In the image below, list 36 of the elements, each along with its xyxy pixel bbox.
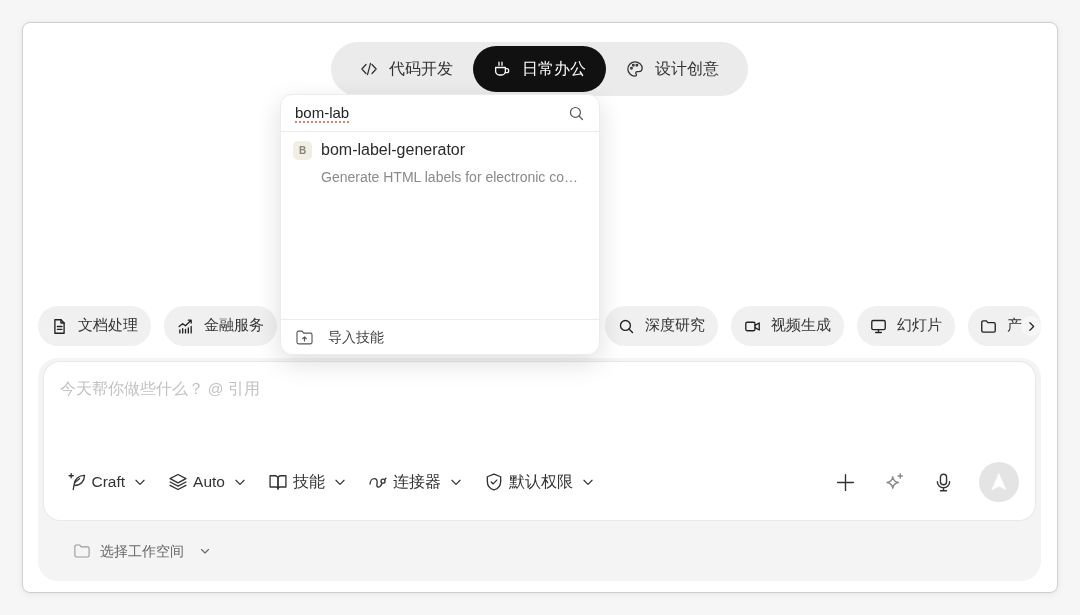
book-icon bbox=[268, 472, 288, 492]
mode-tab[interactable]: 设计创意 bbox=[605, 45, 739, 92]
toolbar-dropdown[interactable]: Craft bbox=[64, 468, 150, 496]
category-chip[interactable]: 金融服务 bbox=[163, 306, 277, 346]
mode-tab[interactable]: 日常办公 bbox=[472, 45, 606, 92]
search-field[interactable]: bom-lab bbox=[295, 101, 568, 125]
toolbar-dropdown[interactable]: 连接器 bbox=[366, 468, 465, 496]
palette-icon bbox=[625, 59, 644, 78]
search-icon bbox=[568, 104, 585, 122]
folder-icon bbox=[72, 542, 91, 560]
category-chip[interactable]: 产 bbox=[968, 306, 1041, 346]
scroll-right-button[interactable] bbox=[1021, 316, 1041, 336]
toolbar-dropdown[interactable]: 技能 bbox=[266, 468, 349, 496]
shield-check-icon bbox=[484, 472, 504, 492]
toolbar-dropdown[interactable]: 默认权限 bbox=[482, 468, 597, 496]
message-input[interactable]: 今天帮你做些什么？ @ 引用 bbox=[42, 361, 1036, 462]
workspace-selector[interactable]: 选择工作空间 bbox=[68, 538, 215, 564]
feather-icon bbox=[66, 472, 87, 492]
category-chip[interactable]: 深度研究 bbox=[605, 306, 718, 346]
letter-avatar: B bbox=[293, 141, 312, 160]
category-chip[interactable]: 文档处理 bbox=[37, 306, 151, 346]
plus-icon bbox=[834, 471, 856, 493]
category-chip[interactable]: 视频生成 bbox=[731, 306, 844, 346]
skill-name[interactable]: bom-label-generator bbox=[321, 139, 579, 161]
layers-icon bbox=[168, 472, 189, 492]
mode-tab[interactable]: 代码开发 bbox=[339, 45, 473, 92]
skill-description: Generate HTML labels for electronic co… bbox=[321, 168, 579, 187]
category-chip[interactable]: 幻灯片 bbox=[857, 306, 955, 346]
folder-icon bbox=[980, 317, 997, 335]
monitor-icon bbox=[870, 317, 887, 335]
toolbar-dropdown[interactable]: Auto bbox=[166, 468, 249, 496]
search-icon bbox=[618, 317, 635, 335]
cup-icon bbox=[492, 59, 511, 78]
import-skill-button[interactable]: 导入技能 bbox=[291, 324, 388, 350]
navigation-arrow-icon bbox=[989, 472, 1009, 492]
chart-icon bbox=[176, 317, 194, 335]
